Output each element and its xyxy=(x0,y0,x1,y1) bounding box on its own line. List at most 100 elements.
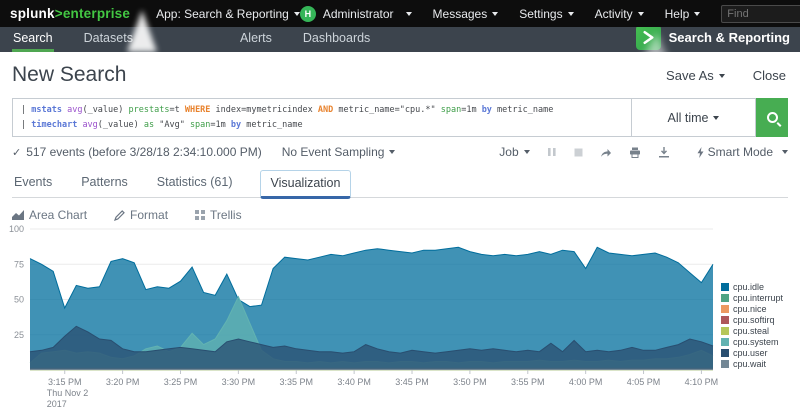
nav-tab-dashboards[interactable]: Dashboards xyxy=(302,27,371,52)
save-as-button[interactable]: Save As xyxy=(666,68,725,83)
y-axis-label: 50 xyxy=(14,295,24,305)
checkmark-icon: ✓ xyxy=(12,146,22,159)
search-query-input[interactable]: | mstats avg(_value) prestats=t WHERE in… xyxy=(12,98,632,137)
current-app[interactable]: Search & Reporting xyxy=(635,25,790,50)
caret-down-icon xyxy=(567,11,574,16)
caret-down-icon xyxy=(718,73,725,78)
event-sampling-menu[interactable]: No Event Sampling xyxy=(282,145,396,159)
area-chart: 25 50 75 100 3:15 PM Thu Nov 2 2017 3:20 PM 3:25… xyxy=(0,224,788,408)
settings-menu[interactable]: Settings xyxy=(519,6,574,21)
caret-down-icon xyxy=(694,11,701,16)
x-axis-label: 4:10 PM xyxy=(685,377,719,387)
legend-item-cpu.wait[interactable]: cpu.wait xyxy=(720,359,783,369)
legend-item-cpu.nice[interactable]: cpu.nice xyxy=(720,304,783,314)
legend-label: cpu.softirq xyxy=(732,315,775,325)
caret-down-icon xyxy=(713,115,720,120)
y-axis-label: 100 xyxy=(9,225,24,234)
tab-patterns[interactable]: Patterns xyxy=(79,169,130,197)
x-axis-label: 3:45 PM xyxy=(395,377,429,387)
app-menu[interactable]: App: Search & Reporting xyxy=(156,7,300,21)
tab-statistics[interactable]: Statistics (61) xyxy=(155,169,235,197)
legend-label: cpu.interrupt xyxy=(732,293,783,303)
caret-down-icon xyxy=(782,150,788,154)
x-axis-label: 3:35 PM xyxy=(279,377,313,387)
avatar: H xyxy=(299,5,316,22)
nav-tab-datasets[interactable]: Datasets xyxy=(83,27,134,52)
legend-swatch xyxy=(720,294,729,302)
legend-swatch xyxy=(720,316,729,324)
find-input[interactable] xyxy=(727,7,800,20)
legend-label: cpu.wait xyxy=(732,359,766,369)
x-axis-label: 3:40 PM xyxy=(337,377,371,387)
splunk-logo[interactable]: splunk>enterprise xyxy=(10,6,130,21)
print-button[interactable] xyxy=(629,147,641,158)
chart-plot: 25 50 75 100 3:15 PMThu Nov 22017 3:20 PM 3:25… xyxy=(9,224,719,408)
settings-label: Settings xyxy=(519,6,563,21)
x-axis-label: 3:50 PM xyxy=(453,377,487,387)
legend-swatch xyxy=(720,349,729,357)
lightning-bolt-icon xyxy=(697,146,704,158)
legend-item-cpu.steal[interactable]: cpu.steal xyxy=(720,326,783,336)
legend-item-cpu.interrupt[interactable]: cpu.interrupt xyxy=(720,293,783,303)
tab-events[interactable]: Events xyxy=(12,169,54,197)
trellis-button[interactable]: Trellis xyxy=(195,208,242,222)
legend-item-cpu.system[interactable]: cpu.system xyxy=(720,337,783,347)
legend-swatch xyxy=(720,305,729,313)
messages-menu[interactable]: Messages xyxy=(433,7,499,21)
legend-item-cpu.user[interactable]: cpu.user xyxy=(720,348,783,358)
nav-tab-alerts[interactable]: Alerts xyxy=(239,27,273,52)
legend-label: cpu.steal xyxy=(732,326,769,336)
y-axis-label: 75 xyxy=(14,259,24,269)
search-button[interactable] xyxy=(756,98,788,137)
pause-button[interactable] xyxy=(547,147,557,157)
current-app-label: Search & Reporting xyxy=(668,30,790,45)
x-axis-label: 3:30 PM xyxy=(222,377,256,387)
legend-item-cpu.softirq[interactable]: cpu.softirq xyxy=(720,315,783,325)
trellis-label: Trellis xyxy=(210,208,242,222)
legend-label: cpu.nice xyxy=(732,304,767,314)
x-axis-sublabel: 2017 xyxy=(47,399,67,408)
format-label: Format xyxy=(130,208,169,222)
pencil-icon xyxy=(114,209,125,221)
user-menu-label: Administrator xyxy=(322,6,394,21)
query-line: | timechart avg(_value) as "Avg" span=1m… xyxy=(21,120,303,130)
logo-enterprise: enterprise xyxy=(62,6,131,21)
job-menu[interactable]: Job xyxy=(499,145,530,159)
help-label: Help xyxy=(664,6,690,21)
x-axis-label: 3:15 PM xyxy=(48,377,82,387)
area-chart-icon xyxy=(12,210,24,220)
export-button[interactable] xyxy=(658,146,670,158)
search-reporting-app-icon xyxy=(635,25,661,50)
activity-menu[interactable]: Activity xyxy=(595,7,644,21)
chart-type-label: Area Chart xyxy=(29,208,88,222)
nav-tab-search[interactable]: Search xyxy=(12,27,54,52)
user-menu[interactable]: H Administrator xyxy=(299,5,412,22)
app-menu-label: App: Search & Reporting xyxy=(156,6,289,21)
share-button[interactable] xyxy=(600,147,612,158)
legend-item-cpu.idle[interactable]: cpu.idle xyxy=(720,282,783,292)
format-button[interactable]: Format xyxy=(114,208,168,222)
stop-button[interactable] xyxy=(574,148,583,157)
time-range-picker[interactable]: All time xyxy=(631,98,756,137)
legend-swatch xyxy=(720,327,729,335)
find-search-box[interactable] xyxy=(721,4,800,23)
query-line: | mstats avg(_value) prestats=t WHERE in… xyxy=(21,105,554,115)
x-axis-label: 4:05 PM xyxy=(627,377,661,387)
page-title: New Search xyxy=(12,63,127,86)
messages-label: Messages xyxy=(432,6,488,21)
chart-type-picker[interactable]: Area Chart xyxy=(12,208,87,222)
y-axis-label: 25 xyxy=(14,330,24,340)
job-label: Job xyxy=(499,145,519,159)
save-as-label: Save As xyxy=(666,67,714,83)
tab-visualization[interactable]: Visualization xyxy=(259,170,352,199)
legend-label: cpu.system xyxy=(732,337,779,347)
x-axis-label: 3:20 PM xyxy=(106,377,140,387)
search-mode-menu[interactable]: Smart Mode xyxy=(697,145,788,159)
events-count-text: 517 events (before 3/28/18 2:34:10.000 P… xyxy=(26,145,262,159)
activity-label: Activity xyxy=(594,6,633,21)
legend-label: cpu.user xyxy=(732,348,768,358)
close-button[interactable]: Close xyxy=(753,68,786,83)
trellis-grid-icon xyxy=(195,210,206,220)
caret-down-icon xyxy=(523,150,530,154)
help-menu[interactable]: Help xyxy=(665,7,701,21)
